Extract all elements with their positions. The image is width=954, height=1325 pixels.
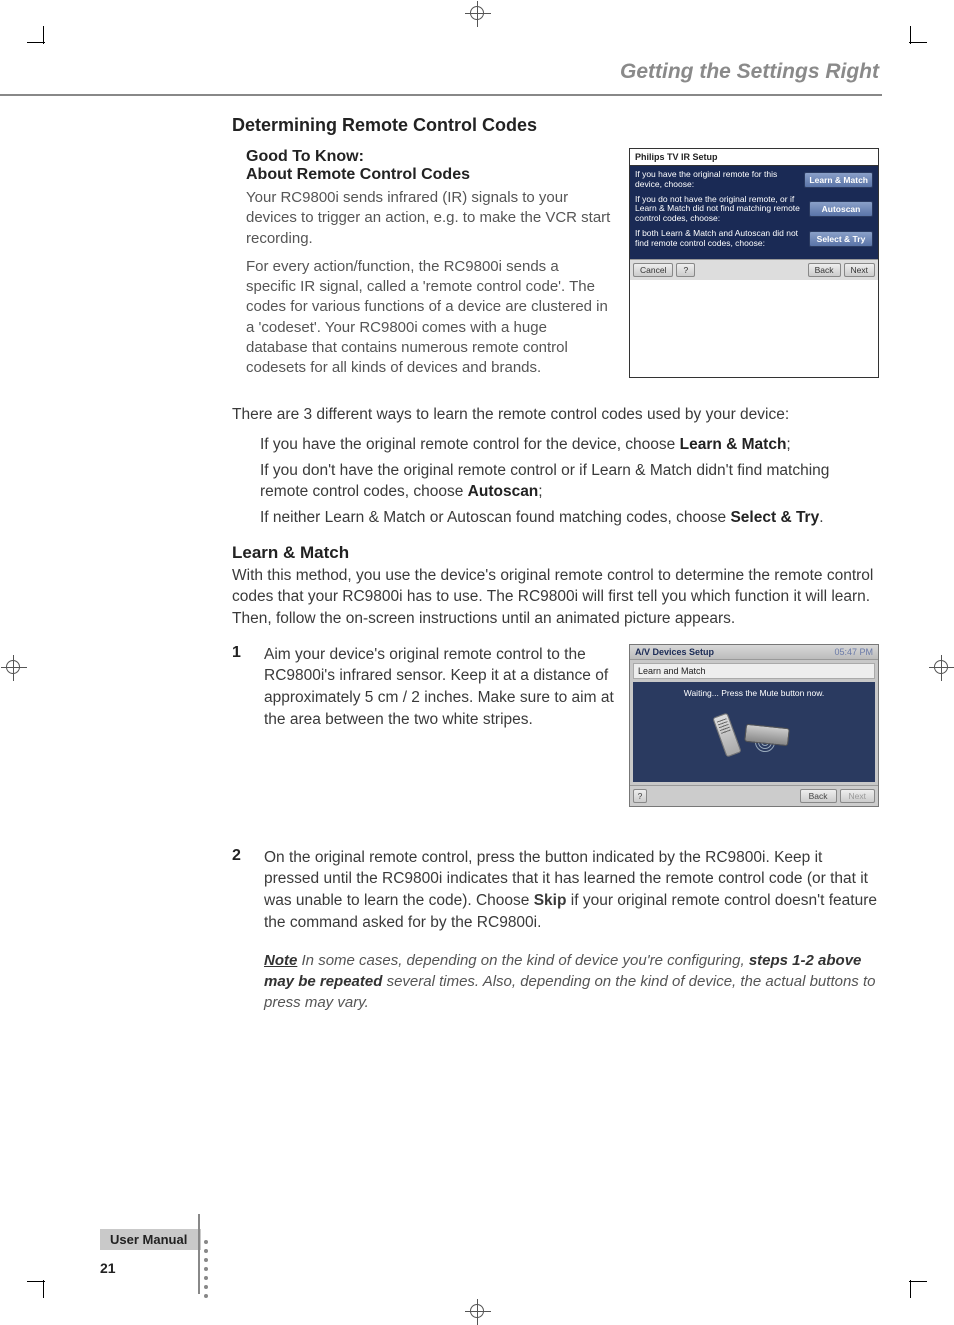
cancel-button[interactable]: Cancel bbox=[633, 263, 673, 277]
crop-mark bbox=[27, 1281, 45, 1282]
intro-bullet-3: If neither Learn & Match or Autoscan fou… bbox=[260, 507, 879, 529]
registration-mark bbox=[470, 6, 484, 20]
ss2-time: 05:47 PM bbox=[834, 647, 873, 657]
crop-mark bbox=[910, 1280, 911, 1298]
intro-bullet-2: If you don't have the original remote co… bbox=[260, 460, 879, 503]
step-1: 1 Aim your device's original remote cont… bbox=[232, 644, 879, 807]
ss2-subtitle: Learn and Match bbox=[633, 663, 875, 679]
screenshot-ir-setup: Philips TV IR Setup If you have the orig… bbox=[629, 148, 879, 378]
help-button[interactable]: ? bbox=[633, 789, 647, 803]
step-2-text: On the original remote control, press th… bbox=[264, 847, 879, 934]
next-button[interactable]: Next bbox=[844, 263, 875, 277]
content-area: Determining Remote Control Codes Good To… bbox=[232, 115, 879, 1013]
step-2-num: 2 bbox=[232, 847, 250, 934]
ss1-text-1: If you have the original remote for this… bbox=[635, 170, 800, 190]
crop-mark bbox=[27, 42, 45, 43]
chapter-title: Getting the Settings Right bbox=[620, 60, 879, 84]
page: Getting the Settings Right Determining R… bbox=[0, 0, 954, 1324]
ss1-body: If you have the original remote for this… bbox=[630, 166, 878, 259]
ss2-title: A/V Devices Setup bbox=[635, 647, 714, 657]
step-1-text: Aim your device's original remote contro… bbox=[264, 644, 615, 807]
registration-mark bbox=[470, 1304, 484, 1318]
back-button[interactable]: Back bbox=[800, 789, 837, 803]
step-2: 2 On the original remote control, press … bbox=[232, 847, 879, 934]
sensor-icon bbox=[744, 723, 790, 746]
remote-icon bbox=[712, 712, 741, 757]
footer-rule bbox=[198, 1214, 200, 1294]
select-try-button[interactable]: Select & Try bbox=[809, 231, 873, 247]
intro-lead: There are 3 different ways to learn the … bbox=[232, 404, 879, 426]
ss1-footer: Cancel ? Back Next bbox=[630, 259, 878, 280]
footer-label: User Manual bbox=[100, 1229, 201, 1250]
gtk-para1: Your RC9800i sends infrared (IR) signals… bbox=[246, 188, 611, 249]
ss1-title: Philips TV IR Setup bbox=[630, 149, 878, 166]
autoscan-button[interactable]: Autoscan bbox=[809, 201, 873, 217]
page-number: 21 bbox=[100, 1260, 116, 1276]
gtk-line1: Good To Know: bbox=[246, 148, 611, 166]
ss2-waiting-text: Waiting... Press the Mute button now. bbox=[633, 688, 875, 698]
learn-match-heading: Learn & Match bbox=[232, 543, 879, 563]
ss1-row-3: If both Learn & Match and Autoscan did n… bbox=[635, 229, 873, 249]
gtk-para2: For every action/function, the RC9800i s… bbox=[246, 257, 611, 379]
crop-mark bbox=[43, 1280, 44, 1298]
good-to-know-box: Good To Know: About Remote Control Codes… bbox=[232, 148, 879, 378]
good-to-know-text: Good To Know: About Remote Control Codes… bbox=[232, 148, 611, 378]
intro-bullet-1: If you have the original remote control … bbox=[260, 434, 879, 456]
registration-mark bbox=[934, 660, 948, 674]
ss2-titlebar: A/V Devices Setup 05:47 PM bbox=[630, 645, 878, 660]
step-1-num: 1 bbox=[232, 644, 250, 807]
learn-match-button[interactable]: Learn & Match bbox=[804, 172, 873, 188]
intro-block: There are 3 different ways to learn the … bbox=[232, 404, 879, 528]
ss1-row-1: If you have the original remote for this… bbox=[635, 170, 873, 190]
header-rule bbox=[0, 94, 882, 96]
gtk-line2: About Remote Control Codes bbox=[246, 166, 611, 184]
section-title: Determining Remote Control Codes bbox=[232, 115, 879, 136]
note-lead: Note bbox=[264, 952, 297, 969]
back-button[interactable]: Back bbox=[808, 263, 841, 277]
ss2-illustration bbox=[719, 714, 789, 756]
crop-mark bbox=[909, 1281, 927, 1282]
crop-mark bbox=[909, 42, 927, 43]
ss2-stage: Waiting... Press the Mute button now. bbox=[633, 682, 875, 782]
footer-dots bbox=[204, 1240, 208, 1298]
ss2-footer: ? Back Next bbox=[630, 785, 878, 806]
screenshot-learn-match: A/V Devices Setup 05:47 PM Learn and Mat… bbox=[629, 644, 879, 807]
registration-mark bbox=[6, 660, 20, 674]
ss1-text-3: If both Learn & Match and Autoscan did n… bbox=[635, 229, 805, 249]
next-button[interactable]: Next bbox=[840, 789, 875, 803]
learn-match-body: With this method, you use the device's o… bbox=[232, 565, 879, 630]
help-button[interactable]: ? bbox=[676, 263, 695, 277]
ss1-text-2: If you do not have the original remote, … bbox=[635, 195, 805, 224]
ss1-row-2: If you do not have the original remote, … bbox=[635, 195, 873, 224]
note: Note In some cases, depending on the kin… bbox=[264, 950, 879, 1013]
